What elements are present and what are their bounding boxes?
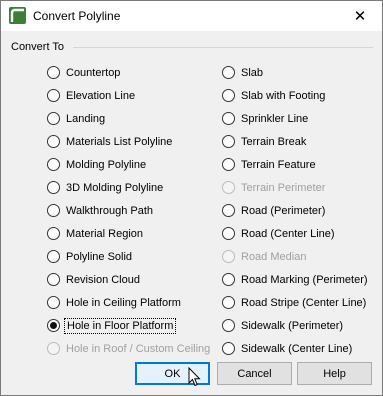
help-button[interactable]: Help [297,362,372,385]
radio-option-walkthrough-path[interactable]: Walkthrough Path [47,199,210,222]
radio-label: Terrain Feature [241,158,316,171]
right-option-column: Slab Slab with Footing Sprinkler Line Terra… [222,61,368,360]
radio-option-slab[interactable]: Slab [222,61,368,84]
left-option-column: Countertop Elevation Line Landing Materials… [47,61,210,360]
radio-option-hole-in-ceiling-platform[interactable]: Hole in Ceiling Platform [47,291,210,314]
radio-label: Road Stripe (Center Line) [241,296,367,309]
radio-option-countertop[interactable]: Countertop [47,61,210,84]
radio-label: Road Median [241,250,307,263]
radio-button[interactable] [222,204,235,217]
radio-label: Terrain Break [241,135,307,148]
convert-polyline-dialog: Convert Polyline ✕ Convert To Countertop… [0,0,383,396]
radio-label: Materials List Polyline [66,135,173,148]
radio-option-road-marking-perimeter[interactable]: Road Marking (Perimeter) [222,268,368,291]
radio-option-3d-molding-polyline[interactable]: 3D Molding Polyline [47,176,210,199]
radio-option-road-stripe-center-line[interactable]: Road Stripe (Center Line) [222,291,368,314]
radio-button [222,250,235,263]
radio-label: Sidewalk (Perimeter) [241,319,344,332]
radio-label: Walkthrough Path [66,204,154,217]
radio-button[interactable] [47,135,60,148]
radio-label: Molding Polyline [66,158,147,171]
radio-option-molding-polyline[interactable]: Molding Polyline [47,153,210,176]
radio-option-landing[interactable]: Landing [47,107,210,130]
title-bar[interactable]: Convert Polyline ✕ [1,1,382,31]
radio-label: Material Region [66,227,144,240]
radio-button[interactable] [222,319,235,332]
radio-button[interactable] [222,342,235,355]
radio-option-hole-in-roof-custom-ceiling: Hole in Roof / Custom Ceiling [47,337,210,360]
radio-option-slab-with-footing[interactable]: Slab with Footing [222,84,368,107]
radio-option-terrain-perimeter: Terrain Perimeter [222,176,368,199]
radio-button[interactable] [47,66,60,79]
radio-option-sidewalk-perimeter[interactable]: Sidewalk (Perimeter) [222,314,368,337]
radio-button[interactable] [47,89,60,102]
radio-button[interactable] [222,135,235,148]
radio-option-road-median: Road Median [222,245,368,268]
radio-button[interactable] [222,158,235,171]
radio-button[interactable] [222,296,235,309]
radio-label: Hole in Roof / Custom Ceiling [66,342,211,355]
radio-button[interactable] [47,273,60,286]
radio-option-sprinkler-line[interactable]: Sprinkler Line [222,107,368,130]
radio-label: Sprinkler Line [241,112,309,125]
radio-button[interactable] [47,250,60,263]
group-divider [73,47,373,48]
radio-label: Revision Cloud [66,273,140,286]
radio-button-selected[interactable] [47,319,60,332]
radio-button [47,342,60,355]
radio-option-polyline-solid[interactable]: Polyline Solid [47,245,210,268]
radio-option-hole-in-floor-platform[interactable]: Hole in Floor Platform [47,314,210,337]
radio-label: Sidewalk (Center Line) [241,342,353,355]
radio-option-materials-list-polyline[interactable]: Materials List Polyline [47,130,210,153]
radio-button[interactable] [222,89,235,102]
radio-option-revision-cloud[interactable]: Revision Cloud [47,268,210,291]
radio-option-terrain-feature[interactable]: Terrain Feature [222,153,368,176]
app-logo-icon [9,7,26,24]
window-title: Convert Polyline [33,9,121,23]
radio-label: Road (Center Line) [241,227,335,240]
radio-label: Road Marking (Perimeter) [241,273,368,286]
radio-button[interactable] [222,66,235,79]
radio-label: Landing [66,112,106,125]
radio-label: Terrain Perimeter [241,181,326,194]
close-icon[interactable]: ✕ [338,1,382,31]
radio-button[interactable] [47,296,60,309]
radio-label: Slab with Footing [241,89,326,102]
radio-button[interactable] [47,158,60,171]
radio-label: Hole in Ceiling Platform [66,296,181,309]
radio-button[interactable] [222,227,235,240]
radio-button[interactable] [47,181,60,194]
radio-option-elevation-line[interactable]: Elevation Line [47,84,210,107]
radio-label: Countertop [66,66,121,79]
radio-label: Elevation Line [66,89,136,102]
radio-label: Road (Perimeter) [241,204,326,217]
radio-label: Polyline Solid [66,250,133,263]
radio-option-road-center-line[interactable]: Road (Center Line) [222,222,368,245]
radio-button[interactable] [47,227,60,240]
radio-option-terrain-break[interactable]: Terrain Break [222,130,368,153]
radio-button[interactable] [47,204,60,217]
radio-option-material-region[interactable]: Material Region [47,222,210,245]
radio-label: Hole in Floor Platform [63,317,177,334]
radio-label: 3D Molding Polyline [66,181,164,194]
radio-option-sidewalk-center-line[interactable]: Sidewalk (Center Line) [222,337,368,360]
radio-label: Slab [241,66,264,79]
radio-button[interactable] [47,112,60,125]
group-label: Convert To [11,41,64,53]
cancel-button[interactable]: Cancel [217,362,292,385]
radio-button[interactable] [222,112,235,125]
radio-button[interactable] [222,273,235,286]
radio-option-road-perimeter[interactable]: Road (Perimeter) [222,199,368,222]
radio-button [222,181,235,194]
mouse-cursor-icon [188,367,201,387]
